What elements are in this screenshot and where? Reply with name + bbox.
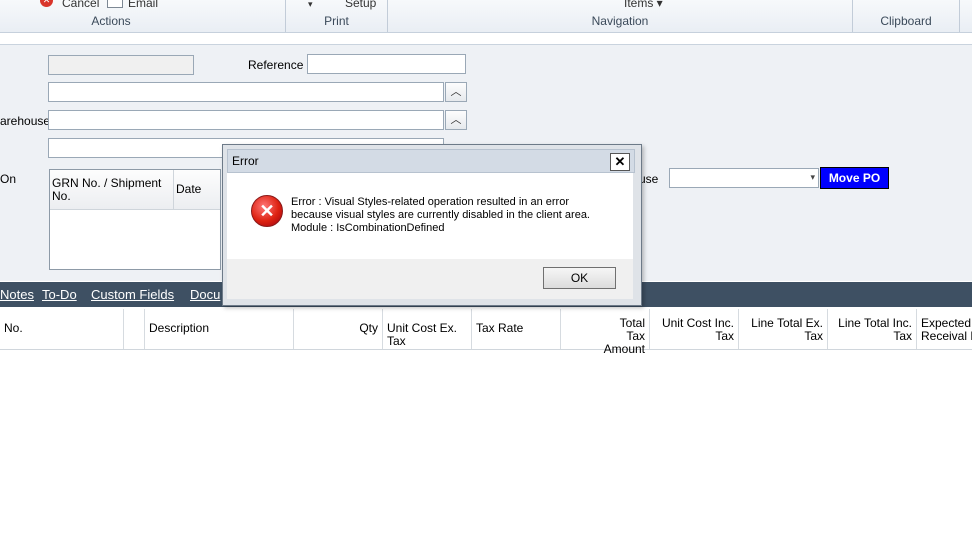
column-header-line-total-ex-tax[interactable]: Line Total Ex. Tax [739,309,828,349]
reference-label: Reference [248,58,304,72]
close-icon[interactable]: ✕ [610,153,630,171]
warehouse-label: arehouse [0,114,51,128]
ribbon: ✕ Cancel Email ▾ Setup Items ▾ Actions P… [0,0,972,33]
tab-todo[interactable]: To-Do [42,287,77,302]
tab-custom-fields[interactable]: Custom Fields [91,287,174,302]
setup-button[interactable]: Setup [345,0,376,10]
dialog-title-bar[interactable]: Error ✕ [227,149,635,173]
column-header-text: Total Tax Amount [603,316,645,356]
ok-button[interactable]: OK [543,267,616,289]
column-header-unit-cost-inc-tax[interactable]: Unit Cost Inc. Tax [650,309,739,349]
column-header-text: Qty [359,321,378,335]
chevron-up-icon[interactable]: ︿ [445,82,467,102]
group-actions: Actions [91,14,131,28]
error-message-line: because visual styles are currently disa… [291,209,590,221]
dialog-title: Error [232,154,259,168]
chevron-down-icon: ▾ [810,172,815,182]
column-header-blank[interactable] [124,309,145,349]
error-message: Error : Visual Styles-related operation … [291,196,590,235]
column-divider [173,170,174,209]
tab-documents[interactable]: Docu [190,287,220,302]
column-header-text: Description [149,321,210,335]
column-header-no[interactable]: No. [0,309,124,349]
column-header-text: Line Total Inc. Tax [838,316,912,343]
items-button[interactable]: Items ▾ [624,0,663,10]
column-header-expected-receival[interactable]: Expected Receival D [917,309,972,349]
tab-notes[interactable]: Notes [0,287,34,302]
column-header-text: Unit Cost Inc. Tax [661,316,734,343]
column-header-description[interactable]: Description [145,309,294,349]
move-po-button[interactable]: Move PO [820,167,889,189]
document-number-field [48,55,194,75]
column-header-qty[interactable]: Qty [294,309,383,349]
column-header-total-tax-amount[interactable]: Total Tax Amount [561,309,650,356]
column-header-unit-cost-ex-tax[interactable]: Unit Cost Ex. Tax [383,309,472,349]
column-header-text: Unit Cost Ex. Tax [387,321,458,348]
email-button[interactable]: Email [128,0,158,10]
error-icon: ✕ [251,195,283,227]
error-dialog: Error ✕ ✕ Error : Visual Styles-related … [222,144,642,306]
warehouse-field[interactable] [48,110,444,130]
supplier-field[interactable] [48,82,444,102]
column-header-text: Expected Receival D [921,316,972,343]
email-icon[interactable] [107,0,123,8]
column-header-text: Tax Rate [476,321,524,335]
cancel-button[interactable]: Cancel [62,0,99,10]
on-label: On [0,172,17,186]
grn-grid[interactable]: GRN No. / Shipment No. Date [49,169,221,270]
column-header-line-total-inc-tax[interactable]: Line Total Inc. Tax [828,309,917,349]
dropdown-arrow-icon[interactable]: ▾ [308,0,313,10]
column-header-tax-rate[interactable]: Tax Rate [472,309,561,349]
grn-column-header[interactable]: GRN No. / Shipment No. [52,177,170,203]
error-message-line: Error : Visual Styles-related operation … [291,196,569,208]
grn-grid-header: GRN No. / Shipment No. Date [50,170,220,210]
error-module-line: Module : IsCombinationDefined [291,222,445,234]
dialog-footer: OK [227,259,633,299]
cancel-icon[interactable]: ✕ [40,0,53,7]
group-print: Print [324,14,349,28]
reference-field[interactable] [307,54,466,74]
warehouse-select[interactable]: ▾ [669,168,819,188]
lines-grid-header: No. Description Qty Unit Cost Ex. Tax Ta… [0,309,972,356]
ribbon-separator [959,0,960,32]
chevron-up-icon[interactable]: ︿ [445,110,467,130]
dialog-body: ✕ Error : Visual Styles-related operatio… [227,173,633,259]
column-header-text: Line Total Ex. Tax [751,316,823,343]
group-clipboard: Clipboard [880,14,932,28]
group-navigation: Navigation [591,14,649,28]
column-header-text: No. [4,321,23,335]
date-column-header[interactable]: Date [176,182,201,196]
